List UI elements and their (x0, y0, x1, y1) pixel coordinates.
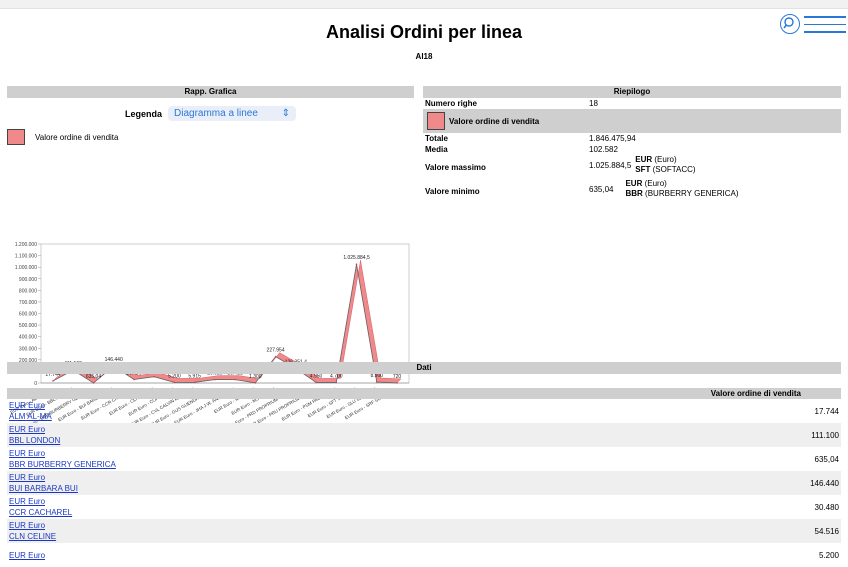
table-row: EUR Euro 5.200 (7, 543, 841, 567)
table-row: EUR Euro CCR CACHAREL 30.480 (7, 495, 841, 519)
max-line-name: (SOFTACC) (652, 165, 696, 174)
row-value: 54.516 (814, 526, 839, 536)
summary-swatch (427, 112, 445, 130)
min-line-code: BBR (625, 189, 643, 198)
total-label: Totale (425, 134, 448, 143)
legend-series-label: Valore ordine di vendita (35, 132, 119, 142)
table-row: EUR Euro BBR BURBERRY GENERICA 635,04 (7, 447, 841, 471)
legend-label: Legenda (124, 108, 162, 119)
line-link[interactable]: BBL LONDON (9, 435, 60, 446)
row-value: 146.440 (810, 478, 839, 488)
y-tick-label: 500.000 (19, 323, 37, 329)
table-row: EUR Euro BUI BARBARA BUI 146.440 (7, 471, 841, 495)
max-value: 1.025.884,5 (589, 160, 632, 170)
rows-value: 18 (589, 99, 598, 108)
data-point (355, 263, 358, 265)
data-label: 1.025.884,5 (343, 255, 370, 261)
y-tick-label: 1.100.000 (15, 254, 37, 260)
mean-value: 102.582 (589, 145, 618, 154)
min-label: Valore minimo (425, 186, 480, 196)
top-bar (0, 0, 848, 9)
summary-panel: Riepilogo Numero righe 18 Valore ordine d… (423, 86, 841, 203)
column-header: Valore ordine di vendita (7, 388, 841, 399)
currency-link[interactable]: EUR Euro (9, 424, 60, 435)
line-link[interactable]: BBR BURBERRY GENERICA (9, 459, 116, 470)
data-point (274, 355, 277, 358)
page-title: Analisi Ordini per linea (325, 22, 523, 42)
max-currency-code: EUR (635, 155, 653, 164)
search-icon[interactable] (780, 14, 800, 34)
row-value: 5.200 (818, 550, 839, 560)
row-value: 30.480 (814, 502, 839, 512)
data-label: 227.954 (267, 348, 285, 354)
row-value: 17.744 (814, 406, 839, 416)
line-link[interactable]: CCR CACHAREL (9, 507, 72, 518)
table-row: EUR Euro ALM AL-MA 17.744 (7, 399, 841, 423)
legend-select[interactable]: Diagramma a linee ⇕ (168, 106, 296, 121)
line-link[interactable]: ALM AL-MA (9, 411, 52, 422)
y-tick-label: 400.000 (19, 335, 37, 341)
table-row: EUR Euro BBL LONDON 111.100 (7, 423, 841, 447)
currency-link[interactable]: EUR Euro (9, 448, 116, 459)
max-currency-name: (Euro) (654, 155, 677, 164)
y-tick-label: 700.000 (19, 300, 37, 306)
line-link[interactable]: BUI BARBARA BUI (9, 483, 78, 494)
page-subtitle: AI18 (415, 52, 433, 61)
summary-title: Riepilogo (423, 86, 841, 98)
currency-link[interactable]: EUR Euro (9, 472, 78, 483)
y-tick-label: 600.000 (19, 312, 37, 318)
data-table-title: Dati (7, 362, 841, 374)
y-tick-label: 900.000 (19, 277, 37, 283)
data-table: Dati Valore ordine di vendita EUR Euro A… (7, 362, 841, 567)
currency-link[interactable]: EUR Euro (9, 520, 56, 531)
row-value: 635,04 (814, 454, 839, 464)
y-tick-label: 800.000 (19, 288, 37, 294)
legend-select-value: Diagramma a linee (174, 108, 258, 119)
summary-series: Valore ordine di vendita (423, 109, 841, 133)
total-value: 1.846.475,94 (589, 134, 636, 143)
summary-series-label: Valore ordine di vendita (449, 116, 540, 126)
mean-label: Media (425, 145, 448, 154)
min-value: 635,04 (589, 184, 614, 194)
chart-panel-title: Rapp. Grafica (7, 86, 414, 98)
legend-swatch (7, 129, 25, 145)
currency-link[interactable]: EUR Euro (9, 400, 52, 411)
min-line-name: (BURBERRY GENERICA) (645, 189, 739, 198)
chevron-updown-icon: ⇕ (281, 108, 290, 119)
table-row: EUR Euro CLN CELINE 54.516 (7, 519, 841, 543)
menu-icon[interactable] (804, 16, 846, 34)
y-tick-label: 300.000 (19, 346, 37, 352)
y-tick-label: 1.200.000 (15, 242, 37, 248)
min-currency-code: EUR (625, 179, 643, 188)
line-link[interactable]: CLN CELINE (9, 531, 56, 542)
rows-label: Numero righe (425, 99, 478, 108)
y-tick-label: 1.000.000 (15, 265, 37, 271)
max-line-code: SFT (635, 165, 651, 174)
legend-entry: Valore ordine di vendita (7, 129, 414, 145)
chart-panel: Rapp. Grafica Legenda Diagramma a linee … (7, 86, 414, 433)
currency-link[interactable]: EUR Euro (9, 496, 72, 507)
min-currency-name: (Euro) (644, 179, 667, 188)
max-label: Valore massimo (425, 162, 486, 172)
currency-link[interactable]: EUR Euro (9, 550, 45, 561)
row-value: 111.100 (811, 430, 839, 440)
